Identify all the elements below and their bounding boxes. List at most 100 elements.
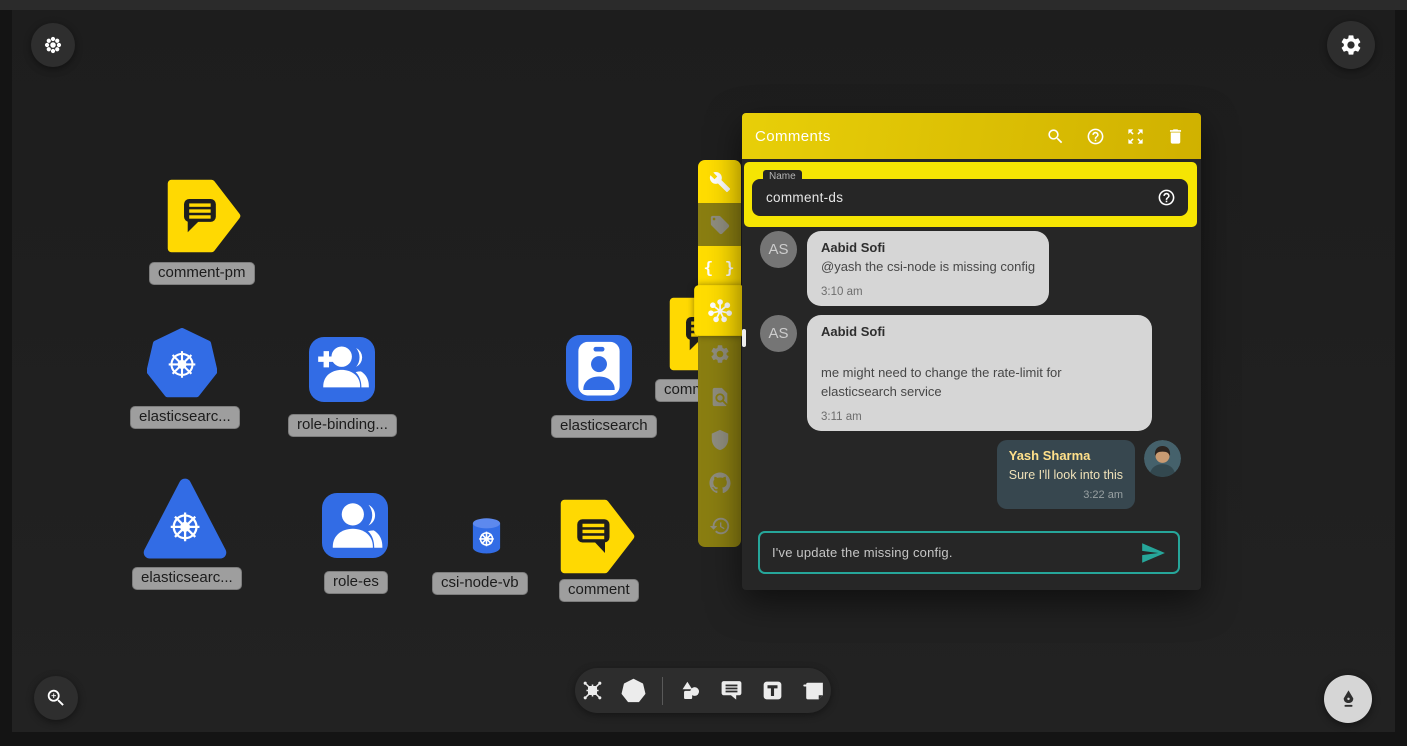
connections-tool[interactable]	[580, 678, 606, 704]
message-time: 3:22 am	[1009, 489, 1123, 501]
send-icon[interactable]	[1140, 540, 1166, 566]
service-account-badge-icon	[566, 335, 632, 401]
help-icon[interactable]	[1086, 127, 1105, 146]
avatar: AS	[760, 315, 797, 352]
comment-input[interactable]	[772, 545, 1140, 560]
node-label: elasticsearc...	[130, 406, 240, 429]
node-label: elasticsearc...	[132, 567, 242, 590]
node-label: role-binding...	[288, 414, 397, 437]
kubernetes-tool[interactable]	[621, 678, 647, 704]
comment-icon	[719, 678, 744, 703]
toolbar-item-inspect[interactable]	[698, 375, 741, 418]
canvas-tools-dock	[575, 668, 831, 713]
pen-tool-button[interactable]	[1324, 675, 1372, 723]
shield-icon	[709, 429, 731, 451]
settings-gear-icon	[1339, 33, 1363, 57]
messages-list[interactable]: AS Aabid Sofi @yash the csi-node is miss…	[742, 227, 1201, 524]
name-section: Name	[744, 162, 1197, 227]
name-field-label: Name	[763, 170, 802, 184]
message-author: Yash Sharma	[1009, 448, 1123, 463]
comments-panel: Comments Name AS Aabid Sofi	[742, 113, 1201, 590]
toolbar-item-security[interactable]	[698, 418, 741, 461]
mesh-hub-icon	[707, 298, 733, 324]
pen-nib-icon	[1337, 688, 1360, 711]
toolbar-item-configure[interactable]	[698, 160, 741, 203]
node-action-toolbar: { }	[698, 160, 741, 547]
tag-icon	[709, 214, 731, 236]
find-in-page-icon	[709, 386, 731, 408]
kubernetes-icon	[621, 678, 646, 703]
message-bubble: Aabid Sofi @yash the csi-node is missing…	[807, 231, 1049, 306]
help-icon[interactable]	[1157, 188, 1176, 207]
comment-tool[interactable]	[719, 678, 745, 704]
kubernetes-triangle-icon	[139, 476, 231, 562]
panel-title: Comments	[755, 128, 831, 145]
person-add-icon	[309, 337, 375, 402]
avatar-photo	[1144, 440, 1181, 477]
node-elasticsearch-service-account[interactable]	[566, 335, 632, 401]
window-top-strip	[0, 0, 1407, 10]
comments-panel-header[interactable]: Comments	[742, 113, 1201, 159]
message: AS Aabid Sofi @yash the csi-node is miss…	[760, 231, 1181, 306]
history-icon	[709, 515, 731, 537]
message-author: Aabid Sofi	[821, 324, 1138, 339]
braces-icon: { }	[704, 258, 736, 277]
toolbar-item-tag[interactable]	[698, 203, 741, 246]
wrench-icon	[709, 171, 731, 193]
dock-divider	[662, 677, 663, 705]
node-csi-node-vb[interactable]	[469, 516, 504, 556]
comment-shape-icon	[560, 499, 635, 574]
message-time: 3:10 am	[821, 286, 1035, 298]
user-photo	[1144, 440, 1181, 477]
node-label: elasticsearch	[551, 415, 657, 438]
message-bubble: Yash Sharma Sure I'll look into this 3:2…	[997, 440, 1135, 509]
text-icon	[760, 678, 785, 703]
message-author: Aabid Sofi	[821, 240, 1035, 255]
toolbar-item-history[interactable]	[698, 504, 741, 547]
zoom-button[interactable]	[34, 676, 78, 720]
node-role-es[interactable]	[322, 493, 388, 558]
node-elasticsearch-pod[interactable]	[147, 328, 217, 398]
comment-composer[interactable]	[758, 531, 1180, 574]
node-role-binding[interactable]	[309, 337, 375, 402]
text-tool[interactable]	[760, 678, 786, 704]
avatar: AS	[760, 231, 797, 268]
node-label: csi-node-vb	[432, 572, 528, 595]
canvas[interactable]: comment-pm elasticsearc... role-binding.…	[0, 0, 1407, 746]
storage-cylinder-icon	[469, 516, 504, 556]
shapes-tool[interactable]	[678, 678, 704, 704]
node-comment[interactable]	[560, 499, 635, 574]
message-text: me might need to change the rate-limit f…	[821, 364, 1138, 402]
blank-line	[821, 342, 1138, 364]
persons-icon	[322, 493, 388, 558]
node-elasticsearch-deployment[interactable]	[139, 476, 231, 562]
toolbar-item-json[interactable]: { }	[698, 246, 741, 289]
sticky-note-icon	[801, 678, 826, 703]
delete-icon[interactable]	[1166, 127, 1185, 146]
settings-button[interactable]	[1327, 21, 1375, 69]
name-field[interactable]	[752, 179, 1188, 216]
toolbar-item-github[interactable]	[698, 461, 741, 504]
connections-icon	[580, 678, 605, 703]
message-text: Sure I'll look into this	[1009, 466, 1123, 484]
node-comment-pm[interactable]	[167, 177, 241, 255]
comment-shape-icon	[167, 177, 241, 255]
kubernetes-heptagon-icon	[147, 328, 217, 398]
flower-menu-icon	[42, 34, 64, 56]
scrollbar-thumb[interactable]	[742, 329, 746, 347]
github-icon	[709, 472, 731, 494]
search-icon[interactable]	[1046, 127, 1065, 146]
message-text: @yash the csi-node is missing config	[821, 258, 1035, 277]
note-tool[interactable]	[801, 678, 827, 704]
app-menu-button[interactable]	[31, 23, 75, 67]
zoom-in-icon	[45, 687, 67, 709]
toolbar-item-settings[interactable]	[698, 332, 741, 375]
node-label: comment-pm	[149, 262, 255, 285]
toolbar-item-mesh[interactable]	[694, 285, 745, 336]
expand-icon[interactable]	[1126, 127, 1145, 146]
name-input[interactable]	[766, 190, 1157, 205]
message: AS Aabid Sofi me might need to change th…	[760, 315, 1181, 431]
message: Yash Sharma Sure I'll look into this 3:2…	[760, 440, 1181, 509]
node-label: role-es	[324, 571, 388, 594]
message-time: 3:11 am	[821, 411, 1138, 423]
